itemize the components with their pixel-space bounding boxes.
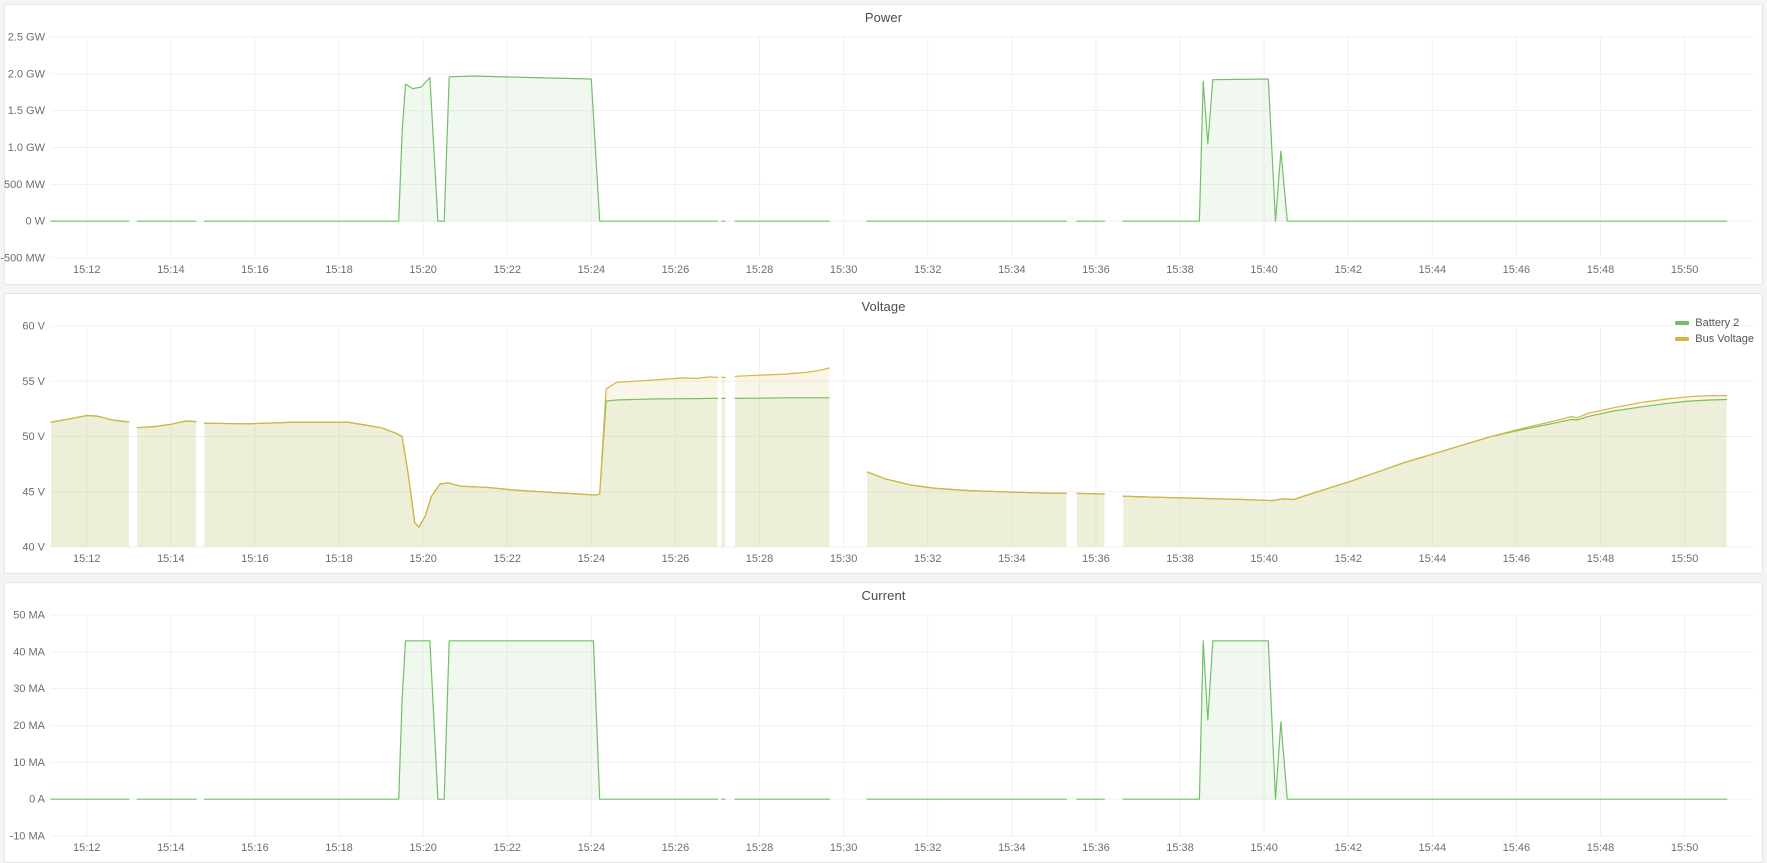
power-panel: Power 2.5 GW2.0 GW1.5 GW1.0 GW500 MW0 W-… [4, 4, 1763, 285]
svg-text:15:20: 15:20 [409, 264, 437, 276]
svg-text:50 MA: 50 MA [13, 610, 45, 622]
svg-text:-10 MA: -10 MA [10, 831, 46, 843]
svg-text:15:48: 15:48 [1587, 842, 1615, 854]
svg-text:15:38: 15:38 [1166, 264, 1194, 276]
svg-text:15:14: 15:14 [157, 264, 185, 276]
svg-text:15:42: 15:42 [1334, 553, 1362, 565]
svg-text:500 MW: 500 MW [4, 179, 46, 191]
svg-text:15:20: 15:20 [409, 842, 437, 854]
svg-text:15:40: 15:40 [1250, 553, 1278, 565]
svg-text:15:24: 15:24 [578, 264, 606, 276]
voltage-panel: Voltage Battery 2 Bus Voltage 60 V 55 V 50… [4, 293, 1763, 574]
legend: Battery 2 Bus Voltage [1675, 316, 1754, 346]
svg-text:15:48: 15:48 [1587, 264, 1615, 276]
svg-text:15:30: 15:30 [830, 553, 858, 565]
svg-text:15:18: 15:18 [325, 264, 353, 276]
svg-text:15:12: 15:12 [73, 553, 101, 565]
svg-text:2.0 GW: 2.0 GW [8, 68, 46, 80]
svg-text:60 V: 60 V [22, 321, 45, 333]
svg-text:15:36: 15:36 [1082, 553, 1110, 565]
svg-text:15:24: 15:24 [578, 553, 606, 565]
svg-text:15:12: 15:12 [73, 842, 101, 854]
voltage-chart[interactable]: 60 V 55 V 50 V 45 V 40 V 15:12 15:14 15:16 15:18… [5, 320, 1762, 571]
svg-text:15:38: 15:38 [1166, 553, 1194, 565]
svg-text:15:22: 15:22 [493, 264, 521, 276]
svg-text:20 MA: 20 MA [13, 720, 45, 732]
svg-text:0 A: 0 A [29, 794, 46, 806]
svg-text:15:16: 15:16 [241, 553, 269, 565]
svg-text:15:42: 15:42 [1334, 842, 1362, 854]
svg-text:15:14: 15:14 [157, 553, 185, 565]
current-chart[interactable]: 50 MA 40 MA 30 MA 20 MA 10 MA 0 A -10 MA 15:12 1… [5, 609, 1762, 860]
legend-swatch-battery-2 [1675, 321, 1689, 325]
svg-text:15:44: 15:44 [1419, 842, 1447, 854]
svg-text:15:24: 15:24 [578, 842, 606, 854]
svg-text:15:32: 15:32 [914, 842, 942, 854]
svg-text:50 V: 50 V [22, 431, 45, 443]
current-panel: Current 50 MA 40 MA 30 MA 20 MA 10 MA 0 A -10 … [4, 582, 1763, 863]
panel-title-power[interactable]: Power [5, 5, 1762, 31]
svg-text:-500 MW: -500 MW [0, 253, 45, 265]
svg-text:40 MA: 40 MA [13, 646, 45, 658]
svg-text:1.0 GW: 1.0 GW [8, 142, 46, 154]
svg-text:55 V: 55 V [22, 376, 45, 388]
svg-text:15:34: 15:34 [998, 842, 1026, 854]
legend-label-bus-voltage: Bus Voltage [1695, 332, 1754, 346]
power-chart[interactable]: 2.5 GW2.0 GW1.5 GW1.0 GW500 MW0 W-500 MW… [5, 31, 1762, 282]
svg-text:15:48: 15:48 [1587, 553, 1615, 565]
svg-text:30 MA: 30 MA [13, 683, 45, 695]
svg-text:15:28: 15:28 [746, 553, 774, 565]
svg-text:15:50: 15:50 [1671, 553, 1699, 565]
svg-text:15:12: 15:12 [73, 264, 101, 276]
svg-text:15:46: 15:46 [1503, 264, 1531, 276]
svg-text:15:36: 15:36 [1082, 264, 1110, 276]
panel-title-voltage[interactable]: Voltage [5, 294, 1762, 320]
svg-text:15:44: 15:44 [1419, 264, 1447, 276]
svg-text:15:16: 15:16 [241, 264, 269, 276]
svg-text:15:50: 15:50 [1671, 264, 1699, 276]
dashboard: { "page": { "background": "#f3f4f5" }, "… [0, 0, 1767, 863]
svg-text:40 V: 40 V [22, 542, 45, 554]
panel-title-current[interactable]: Current [5, 583, 1762, 609]
svg-text:15:42: 15:42 [1334, 264, 1362, 276]
svg-text:15:30: 15:30 [830, 842, 858, 854]
svg-text:15:20: 15:20 [409, 553, 437, 565]
svg-text:15:38: 15:38 [1166, 842, 1194, 854]
legend-label-battery-2: Battery 2 [1695, 316, 1739, 330]
svg-text:15:28: 15:28 [746, 264, 774, 276]
svg-text:0 W: 0 W [25, 216, 45, 228]
svg-text:2.5 GW: 2.5 GW [8, 32, 46, 44]
svg-text:15:40: 15:40 [1250, 264, 1278, 276]
svg-text:15:18: 15:18 [325, 842, 353, 854]
svg-text:15:18: 15:18 [325, 553, 353, 565]
svg-text:15:34: 15:34 [998, 264, 1026, 276]
svg-text:15:14: 15:14 [157, 842, 185, 854]
svg-text:15:28: 15:28 [746, 842, 774, 854]
svg-text:15:40: 15:40 [1250, 842, 1278, 854]
svg-text:15:16: 15:16 [241, 842, 269, 854]
svg-text:15:32: 15:32 [914, 553, 942, 565]
svg-text:15:26: 15:26 [662, 842, 690, 854]
svg-text:15:46: 15:46 [1503, 842, 1531, 854]
legend-item-bus-voltage[interactable]: Bus Voltage [1675, 332, 1754, 346]
svg-text:15:50: 15:50 [1671, 842, 1699, 854]
legend-swatch-bus-voltage [1675, 337, 1689, 341]
svg-text:15:26: 15:26 [662, 264, 690, 276]
svg-text:15:30: 15:30 [830, 264, 858, 276]
svg-text:15:34: 15:34 [998, 553, 1026, 565]
svg-text:15:44: 15:44 [1419, 553, 1447, 565]
legend-item-battery-2[interactable]: Battery 2 [1675, 316, 1739, 330]
svg-text:15:46: 15:46 [1503, 553, 1531, 565]
svg-text:15:22: 15:22 [493, 553, 521, 565]
svg-text:15:22: 15:22 [493, 842, 521, 854]
svg-text:10 MA: 10 MA [13, 757, 45, 769]
svg-text:15:36: 15:36 [1082, 842, 1110, 854]
svg-text:1.5 GW: 1.5 GW [8, 105, 46, 117]
svg-text:45 V: 45 V [22, 486, 45, 498]
svg-text:15:32: 15:32 [914, 264, 942, 276]
svg-text:15:26: 15:26 [662, 553, 690, 565]
